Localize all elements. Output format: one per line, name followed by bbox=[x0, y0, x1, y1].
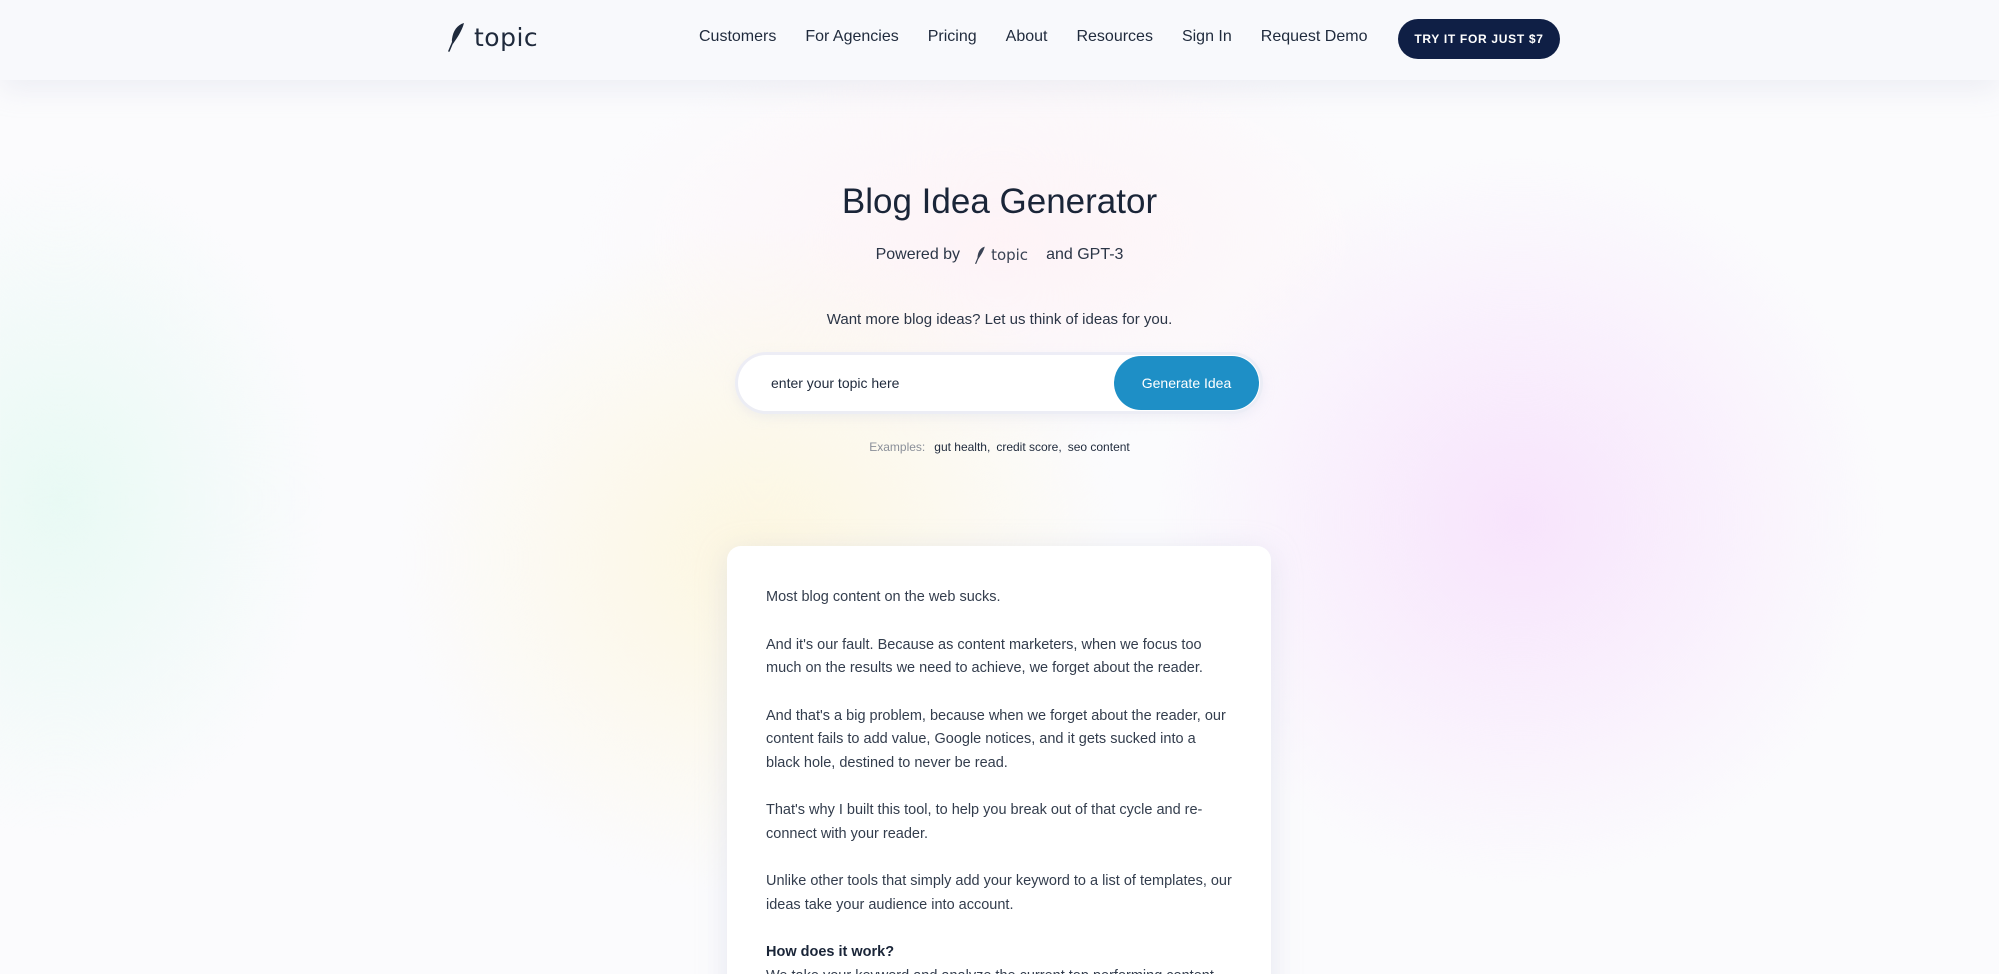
intro-card: Most blog content on the web sucks. And … bbox=[727, 546, 1271, 974]
example-gut-health[interactable]: gut health bbox=[934, 440, 987, 454]
feather-quill-icon bbox=[975, 246, 985, 264]
nav-link-for-agencies[interactable]: For Agencies bbox=[805, 28, 898, 46]
try-it-button[interactable]: TRY IT FOR JUST $7 bbox=[1398, 19, 1560, 59]
how-it-works-text: We take your keyword and analyze the cur… bbox=[766, 965, 1233, 974]
nav-link-request-demo[interactable]: Request Demo bbox=[1261, 28, 1368, 46]
nav-link-pricing[interactable]: Pricing bbox=[928, 28, 977, 46]
intro-paragraph: And that's a big problem, because when w… bbox=[766, 707, 1226, 771]
powered-by: Powered by topic and GPT-3 bbox=[0, 246, 1999, 264]
intro-paragraph: Unlike other tools that simply add your … bbox=[766, 873, 1232, 913]
powered-logo: topic bbox=[974, 246, 1028, 264]
examples-label: Examples: bbox=[869, 440, 926, 454]
nav-link-about[interactable]: About bbox=[1006, 28, 1048, 46]
site-logo[interactable]: topic bbox=[446, 22, 538, 52]
topic-input[interactable] bbox=[738, 355, 1108, 411]
example-seo-content[interactable]: seo content bbox=[1068, 440, 1130, 454]
feather-quill-icon bbox=[448, 23, 464, 52]
nav-link-resources[interactable]: Resources bbox=[1076, 28, 1152, 46]
top-nav: topic Customers For Agencies Pricing Abo… bbox=[0, 0, 1999, 80]
examples: Examples: gut health, credit score, seo … bbox=[869, 440, 1130, 454]
powered-suffix: and GPT-3 bbox=[1046, 246, 1124, 263]
intro-paragraph: That's why I built this tool, to help yo… bbox=[766, 802, 1203, 842]
intro-paragraph: And it's our fault. Because as content m… bbox=[766, 636, 1203, 677]
powered-logo-text: topic bbox=[991, 246, 1029, 264]
generate-idea-button[interactable]: Generate Idea bbox=[1114, 356, 1259, 410]
powered-prefix: Powered by bbox=[875, 246, 961, 263]
how-it-works-heading: How does it work? bbox=[766, 944, 895, 960]
logo-text: topic bbox=[474, 22, 539, 52]
example-credit-score[interactable]: credit score bbox=[996, 440, 1058, 454]
intro-paragraph: Most blog content on the web sucks. bbox=[766, 589, 1001, 605]
topic-search-bar: Generate Idea bbox=[738, 355, 1260, 411]
nav-links: Customers For Agencies Pricing About Res… bbox=[699, 28, 1367, 46]
tagline: Want more blog ideas? Let us think of id… bbox=[826, 311, 1173, 328]
nav-link-sign-in[interactable]: Sign In bbox=[1182, 28, 1232, 46]
page-title: Blog Idea Generator bbox=[841, 182, 1158, 221]
nav-link-customers[interactable]: Customers bbox=[699, 28, 776, 46]
